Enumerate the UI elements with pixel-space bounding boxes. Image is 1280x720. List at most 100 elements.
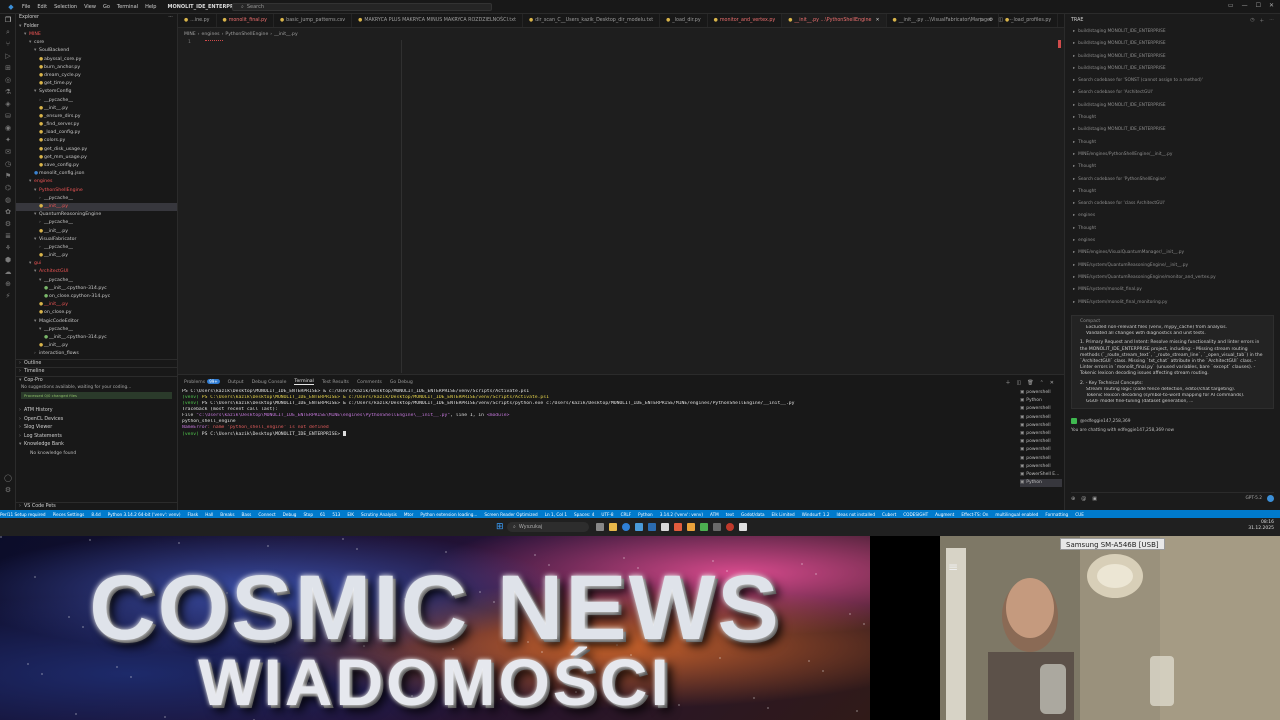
extensions-icon[interactable]: ⊞ [0,62,16,74]
docker-icon[interactable]: ◈ [0,98,16,110]
bolt-icon[interactable]: ⚡ [0,290,16,302]
app-icon-2[interactable] [674,523,682,531]
status-item[interactable]: Debug [283,512,297,517]
maximize-icon[interactable]: ☐ [1256,2,1261,9]
terminal-instance[interactable]: ▣ powershell [1020,446,1062,454]
terminal-instance[interactable]: ▣ powershell [1020,430,1062,438]
windows-start-icon[interactable]: ⊞ [496,522,504,532]
menu-help[interactable]: Help [145,4,156,10]
panel-tab-debug-console[interactable]: Debug Console [252,380,287,385]
maximize-panel-icon[interactable]: ⌃ [1040,380,1044,386]
pets-icon[interactable]: ✿ [0,206,16,218]
editor-tab[interactable]: ● dir_scan_C__Users_kazik_Desktop_dir_mod… [523,14,661,27]
tree-item[interactable]: ●_find_server.py [16,121,177,129]
status-item[interactable]: Python [638,512,653,517]
status-item[interactable]: Mtor [404,512,414,517]
tree-item[interactable]: ●__init__.cpython-314.pyc [16,285,177,293]
database-icon[interactable]: ⛁ [0,110,16,122]
tree-item[interactable]: ●__init__.py [16,228,177,236]
tree-item[interactable]: ●__init__.py [16,202,177,212]
chat-step[interactable]: ▸ build/staging MONOLIT_IDE_ENTERPRISE [1065,63,1280,75]
testing-icon[interactable]: ⚗ [0,86,16,98]
terminal-instance[interactable]: ▣ powershell [1020,463,1062,471]
editor-area[interactable] [178,28,1064,374]
tree-item[interactable]: › __pycache__ [16,195,177,203]
more-actions-icon[interactable]: ⋯ [168,14,173,23]
terminal-instance[interactable]: ▣ powershell [1020,405,1062,413]
plugin-icon[interactable]: ⊕ [0,278,16,290]
new-chat-icon[interactable]: ＋ [1259,17,1264,24]
editor-tab[interactable]: ● monolit_final.py [217,14,274,27]
chat-step[interactable]: ▸ build/staging MONOLIT_IDE_ENTERPRISE [1065,26,1280,38]
tree-item[interactable]: ●on_close.cpython-314.pyc [16,293,177,301]
status-item[interactable]: CODESIGHT [903,512,928,517]
status-item[interactable]: Perl11 Setup required [0,512,46,517]
status-item[interactable]: Scrutiny Analysis [361,512,397,517]
menu-edit[interactable]: Edit [37,4,47,10]
timeline-icon[interactable]: ◷ [0,158,16,170]
menu-go[interactable]: Go [103,4,110,10]
tree-item[interactable]: ▾ __pycache__ [16,326,177,334]
source-control-icon[interactable]: ⑂ [0,38,16,50]
panel-tab-terminal[interactable]: Terminal [294,379,314,385]
menu-terminal[interactable]: Terminal [117,4,138,10]
folder-section[interactable]: ▾ Folder [16,23,177,32]
graph-icon[interactable]: ⌬ [0,182,16,194]
status-item[interactable]: Connect [258,512,275,517]
tree-item[interactable]: ▾ gui [16,260,177,268]
status-item[interactable]: EIK [347,512,354,517]
tree-item[interactable]: ●get_mm_usage.py [16,154,177,162]
tree-item[interactable]: ●_ensure_dirs.py [16,113,177,121]
tree-item[interactable]: › __pycache__ [16,97,177,105]
tree-item[interactable]: ●__init__.py [16,252,177,260]
status-item[interactable]: ATM [710,512,719,517]
panel-tab-output[interactable]: Output [228,380,244,385]
editor-tab[interactable]: ● basic_jump_patterns.csv [274,14,353,27]
chat-input-bar[interactable]: ⊕ @ ▣ GPT-5.2 [1071,492,1274,502]
tree-item[interactable]: ▾ __pycache__ [16,277,177,285]
breadcrumb-item[interactable]: PythonShellEngine [225,32,268,37]
chat-step[interactable]: ▸ MINE/system/monolit_final_monitoring.py [1065,297,1280,309]
breadcrumb-item[interactable]: engines [202,32,220,37]
task-view-icon[interactable] [596,523,604,531]
breadcrumb-item[interactable]: MINE [184,32,196,37]
tree-item[interactable]: ●__init__.cpython-314.pyc [16,334,177,342]
editor-tab[interactable]: ● MAKRYCA PLUS MAKRYCA MINUS MAKRYCA ROZD… [352,14,523,27]
menu-selection[interactable]: Selection [54,4,77,10]
status-item[interactable]: 513 [332,512,340,517]
chat-step[interactable]: ▸ Search codebase for 'class ArchitectGUI… [1065,198,1280,210]
send-icon[interactable] [1267,495,1274,502]
tree-item[interactable]: ●save_config.py [16,162,177,170]
status-item[interactable]: Bass [242,512,252,517]
chat-step[interactable]: ▸ Thought [1065,112,1280,124]
layout-icon[interactable]: ▭ [1228,2,1234,9]
status-item[interactable]: Python 3.14.2 64-bit ('venv': venv) [108,512,181,517]
chat-step[interactable]: ▸ build/staging MONOLIT_IDE_ENTERPRISE [1065,38,1280,50]
editor-tab[interactable]: ● __init__.py ...\PythonShellEngine ✕ [782,14,887,27]
status-item[interactable]: 61 [320,512,325,517]
app-icon-4[interactable] [700,523,708,531]
chat-step[interactable]: ▸ Thought [1065,223,1280,235]
run-debug-icon[interactable]: ▷ [0,50,16,62]
tree-item[interactable]: ▾ MINE [16,31,177,39]
section-knowledge-bank[interactable]: ▾ Knowledge Bank [16,441,177,450]
status-item[interactable]: CRLF [621,512,632,517]
editor-tab[interactable]: ● monitor_and_vertex.py [708,14,783,27]
status-item[interactable]: Stop [303,512,313,517]
command-search-input[interactable]: ⌕ Search [232,3,492,11]
close-icon[interactable]: ✕ [1269,2,1274,9]
terminal-output[interactable]: PS C:\Users\kazik\Desktop\MONOLIT_IDE_EN… [182,389,1012,438]
close-panel-icon[interactable]: ✕ [1050,380,1054,386]
status-item[interactable]: CUE [1075,512,1084,517]
menu-icon[interactable]: ≡ [948,560,958,574]
tree-item[interactable]: ▾ core [16,39,177,47]
edge-icon[interactable] [622,523,630,531]
tree-item[interactable]: › interaction_flows [16,350,177,358]
flask-icon[interactable]: ⚘ [0,242,16,254]
globe-icon[interactable]: ◍ [0,194,16,206]
chat-step[interactable]: ▸ MINE/system/monolit_final.py [1065,284,1280,296]
terminal-instance[interactable]: ▣ powershell [1020,414,1062,422]
status-item[interactable]: Hall [205,512,213,517]
status-item[interactable]: Breaks [220,512,234,517]
status-item[interactable]: Spaces: 4 [574,512,594,517]
